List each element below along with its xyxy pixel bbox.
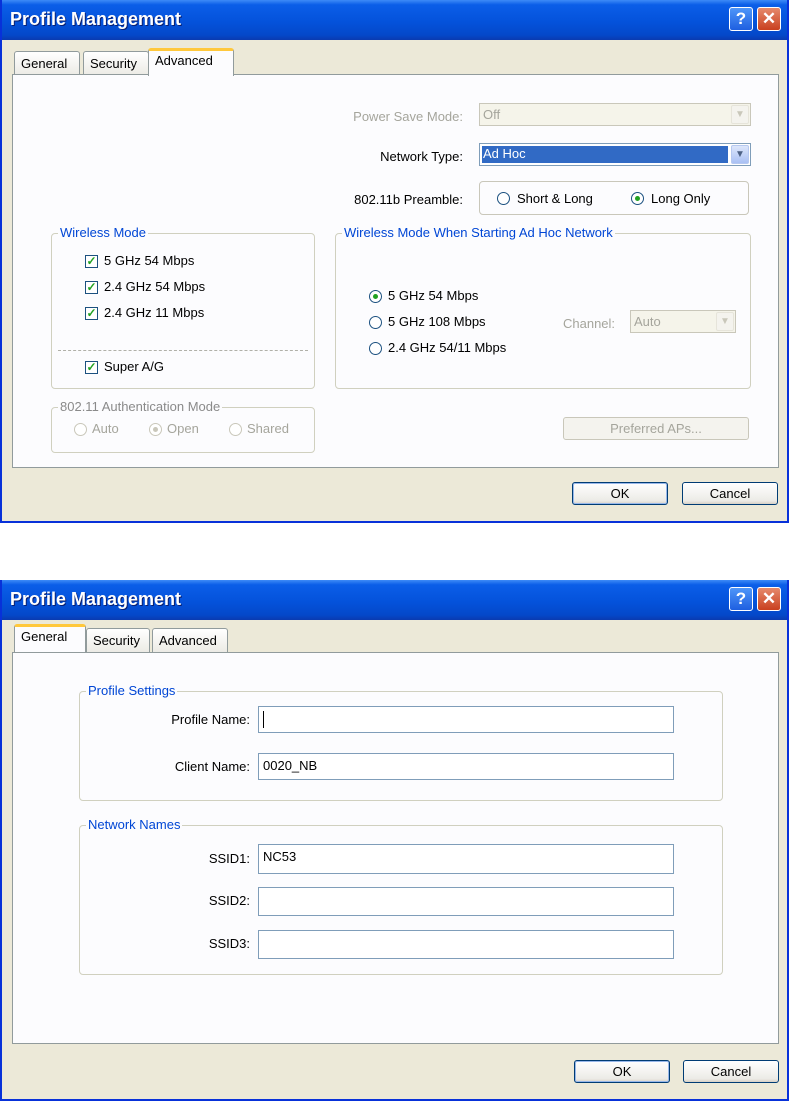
title-bar[interactable]: Profile Management ? ✕ — [2, 0, 787, 40]
adhoc-5ghz-108-radio[interactable] — [369, 316, 382, 329]
wm-5ghz-54-label[interactable]: 5 GHz 54 Mbps — [104, 253, 194, 268]
network-names-group: Network Names SSID1: NC53 SSID2: SSID3: — [79, 817, 723, 975]
adhoc-24ghz-radio[interactable] — [369, 342, 382, 355]
profile-management-dialog-general: Profile Management ? ✕ General Security … — [0, 580, 789, 1101]
channel-select[interactable]: Auto ▼ — [630, 310, 736, 333]
auth-open-label[interactable]: Open — [167, 421, 199, 436]
client-name-label: Client Name: — [174, 759, 250, 774]
title-bar[interactable]: Profile Management ? ✕ — [2, 580, 787, 620]
divider — [58, 350, 308, 351]
chevron-down-icon: ▼ — [731, 145, 749, 164]
chevron-down-icon: ▼ — [731, 105, 749, 124]
tab-security[interactable]: Security — [83, 51, 149, 75]
tab-panel-advanced: Power Save Mode: Off ▼ Network Type: Ad … — [12, 74, 779, 468]
wm-24ghz-54-label[interactable]: 2.4 GHz 54 Mbps — [104, 279, 205, 294]
profile-management-dialog-advanced: Profile Management ? ✕ General Security … — [0, 0, 789, 523]
auth-mode-title: 802.11 Authentication Mode — [58, 399, 223, 414]
auth-shared-radio[interactable] — [229, 423, 242, 436]
window-title: Profile Management — [10, 9, 182, 29]
ssid2-input[interactable] — [258, 887, 674, 916]
text-caret — [263, 711, 264, 728]
tab-general[interactable]: General — [14, 624, 86, 652]
ok-button[interactable]: OK — [574, 1060, 670, 1083]
tab-security[interactable]: Security — [86, 628, 150, 652]
channel-value: Auto — [634, 314, 661, 329]
auth-auto-label[interactable]: Auto — [92, 421, 119, 436]
close-icon[interactable]: ✕ — [757, 587, 781, 611]
auth-auto-radio[interactable] — [74, 423, 87, 436]
network-type-value: Ad Hoc — [482, 146, 728, 163]
adhoc-5ghz-108-label[interactable]: 5 GHz 108 Mbps — [388, 314, 486, 329]
tab-general[interactable]: General — [14, 51, 80, 75]
super-ag-checkbox[interactable]: ✓ — [85, 361, 98, 374]
client-name-value: 0020_NB — [263, 758, 318, 773]
adhoc-wireless-mode-title: Wireless Mode When Starting Ad Hoc Netwo… — [342, 225, 615, 240]
wm-24ghz-11-label[interactable]: 2.4 GHz 11 Mbps — [104, 305, 204, 320]
ssid3-label: SSID3: — [208, 936, 250, 951]
network-type-select[interactable]: Ad Hoc ▼ — [479, 143, 751, 166]
preamble-short-long-radio[interactable] — [497, 192, 510, 205]
network-names-title: Network Names — [86, 817, 183, 832]
cancel-button[interactable]: Cancel — [683, 1060, 779, 1083]
wireless-mode-title: Wireless Mode — [58, 225, 148, 240]
adhoc-5ghz-54-radio[interactable] — [369, 290, 382, 303]
ssid1-input[interactable]: NC53 — [258, 844, 674, 874]
wm-24ghz-11-checkbox[interactable]: ✓ — [85, 307, 98, 320]
wm-24ghz-54-checkbox[interactable]: ✓ — [85, 281, 98, 294]
preamble-short-long-label[interactable]: Short & Long — [517, 191, 593, 206]
adhoc-5ghz-54-label[interactable]: 5 GHz 54 Mbps — [388, 288, 478, 303]
chevron-down-icon: ▼ — [716, 312, 734, 331]
cancel-button[interactable]: Cancel — [682, 482, 778, 505]
wm-5ghz-54-checkbox[interactable]: ✓ — [85, 255, 98, 268]
auth-mode-group: 802.11 Authentication Mode Auto Open Sha… — [51, 399, 315, 453]
ok-button[interactable]: OK — [572, 482, 668, 505]
profile-settings-group: Profile Settings Profile Name: Client Na… — [79, 683, 723, 801]
preamble-long-only-radio[interactable] — [631, 192, 644, 205]
auth-shared-label[interactable]: Shared — [247, 421, 289, 436]
ssid1-label: SSID1: — [208, 851, 250, 866]
preferred-aps-button[interactable]: Preferred APs... — [563, 417, 749, 440]
ssid3-input[interactable] — [258, 930, 674, 959]
ssid2-label: SSID2: — [208, 893, 250, 908]
tab-panel-general: Profile Settings Profile Name: Client Na… — [12, 652, 779, 1044]
channel-label: Channel: — [563, 316, 616, 331]
profile-name-label: Profile Name: — [171, 712, 250, 727]
power-save-mode-select[interactable]: Off ▼ — [479, 103, 751, 126]
help-icon[interactable]: ? — [729, 587, 753, 611]
preamble-long-only-label[interactable]: Long Only — [651, 191, 710, 206]
profile-name-input[interactable] — [258, 706, 674, 733]
preamble-group: Short & Long Long Only — [479, 181, 749, 215]
profile-settings-title: Profile Settings — [86, 683, 178, 698]
help-icon[interactable]: ? — [729, 7, 753, 31]
auth-open-radio[interactable] — [149, 423, 162, 436]
super-ag-label[interactable]: Super A/G — [104, 359, 164, 374]
power-save-mode-label: Power Save Mode: — [353, 109, 463, 124]
adhoc-24ghz-label[interactable]: 2.4 GHz 54/11 Mbps — [388, 340, 506, 355]
client-name-input[interactable]: 0020_NB — [258, 753, 674, 780]
tab-advanced[interactable]: Advanced — [148, 48, 234, 76]
tab-advanced[interactable]: Advanced — [152, 628, 228, 652]
adhoc-wireless-mode-group: Wireless Mode When Starting Ad Hoc Netwo… — [335, 225, 751, 389]
network-type-label: Network Type: — [380, 149, 463, 164]
preamble-label: 802.11b Preamble: — [354, 192, 463, 207]
ssid1-value: NC53 — [263, 849, 297, 864]
power-save-mode-value: Off — [483, 107, 501, 122]
close-icon[interactable]: ✕ — [757, 7, 781, 31]
window-title: Profile Management — [10, 589, 182, 609]
wireless-mode-group: Wireless Mode ✓ 5 GHz 54 Mbps ✓ 2.4 GHz … — [51, 225, 315, 389]
